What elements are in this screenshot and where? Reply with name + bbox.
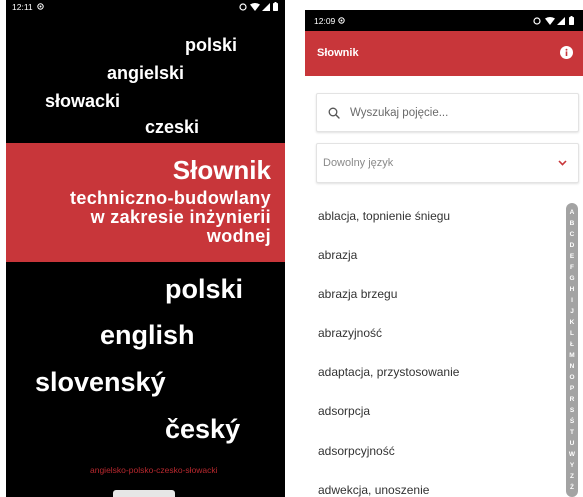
language-label-polish: polski: [185, 35, 238, 55]
language-name-czech: český: [165, 414, 241, 444]
title-banner: Słownik techniczno-budowlany w zakresie …: [6, 143, 285, 262]
alphabet-index-letter[interactable]: G: [566, 273, 578, 284]
alphabet-index-letter[interactable]: Z: [566, 471, 578, 482]
subtitle-line: w zakresie inżynierii: [90, 207, 271, 227]
alphabet-index-letter[interactable]: E: [566, 251, 578, 262]
term-list-item[interactable]: adsorpcja: [318, 404, 459, 418]
notification-icon: [37, 3, 44, 10]
term-list-item[interactable]: adwekcja, unoszenie: [318, 483, 459, 497]
language-name-polish: polski: [165, 274, 244, 304]
search-box[interactable]: [316, 93, 579, 132]
alphabet-index-letter[interactable]: R: [566, 394, 578, 405]
alphabet-index-letter[interactable]: N: [566, 361, 578, 372]
status-time: 12:09: [314, 16, 336, 26]
alphabet-index-letter[interactable]: M: [566, 350, 578, 361]
battery-icon: [569, 16, 574, 25]
alphabet-index-letter[interactable]: U: [566, 438, 578, 449]
term-list-item[interactable]: abrazja: [318, 248, 459, 262]
language-label-english: angielski: [107, 63, 185, 83]
term-list-item[interactable]: ablacja, topnienie śniegu: [318, 209, 459, 223]
signal-icon: [262, 3, 270, 11]
app-subtitle: techniczno-budowlany w zakresie inżynier…: [70, 189, 271, 246]
wifi-icon: [250, 3, 260, 11]
term-list-item[interactable]: abrazja brzegu: [318, 287, 459, 301]
info-icon[interactable]: [560, 46, 573, 59]
subtitle-line: wodnej: [206, 226, 271, 246]
alphabet-index-letter[interactable]: W: [566, 449, 578, 460]
alphabet-index-letter[interactable]: C: [566, 229, 578, 240]
data-saver-icon: [239, 3, 247, 11]
alphabet-index-letter[interactable]: D: [566, 240, 578, 251]
dictionary-languages-caption: angielsko-polsko-czesko-słowacki: [90, 465, 218, 475]
search-input[interactable]: [350, 94, 570, 131]
alphabet-index-letter[interactable]: K: [566, 317, 578, 328]
language-label-czech: czeski: [145, 117, 200, 137]
alphabet-index-letter[interactable]: P: [566, 383, 578, 394]
term-list-item[interactable]: adaptacja, przystosowanie: [318, 365, 459, 379]
language-name-english: english: [100, 320, 195, 350]
alphabet-index-letter[interactable]: B: [566, 218, 578, 229]
status-time: 12:11: [12, 2, 33, 12]
signal-icon: [557, 17, 565, 25]
alphabet-index-letter[interactable]: H: [566, 284, 578, 295]
term-list-item[interactable]: adsorpcyjność: [318, 444, 459, 458]
alphabet-index-letter[interactable]: J: [566, 306, 578, 317]
language-select-value: Dowolny język: [323, 157, 394, 169]
alphabet-index-letter[interactable]: F: [566, 262, 578, 273]
chevron-down-icon: [558, 160, 567, 166]
alphabet-index-letter[interactable]: O: [566, 372, 578, 383]
battery-icon: [273, 2, 278, 11]
dictionary-screen: 12:09 Słownik Wyszukaj pojęcie... Dowoln…: [305, 10, 583, 497]
subtitle-line: techniczno-budowlany: [69, 188, 271, 208]
status-bar: 12:09: [305, 10, 583, 31]
language-name-slovak: slovenský: [35, 367, 166, 397]
alphabet-index-letter[interactable]: Ś: [566, 416, 578, 427]
notification-icon: [338, 17, 345, 24]
alphabet-index-letter[interactable]: Ł: [566, 339, 578, 350]
language-label-slovak: słowacki: [45, 91, 121, 111]
alphabet-index-letter[interactable]: A: [566, 207, 578, 218]
alphabet-index-letter[interactable]: S: [566, 405, 578, 416]
alphabet-index-letter[interactable]: L: [566, 328, 578, 339]
data-saver-icon: [533, 17, 541, 25]
alphabet-index-letter[interactable]: I: [566, 295, 578, 306]
intro-screen: 12:11 polski angielski słowacki czeski S…: [6, 0, 285, 497]
alphabet-index-scrollbar[interactable]: ABCDEFGHIJKLŁMNOPRSŚTUWYZŻ: [566, 203, 578, 497]
alphabet-index-letter[interactable]: Ż: [566, 482, 578, 493]
app-bar: Słownik: [305, 31, 583, 76]
term-list-item[interactable]: abrazyjność: [318, 326, 459, 340]
language-select[interactable]: Dowolny język: [316, 143, 579, 183]
alphabet-index-letter[interactable]: T: [566, 427, 578, 438]
term-list: ablacja, topnienie śniegu abrazja abrazja …: [318, 209, 459, 497]
start-button[interactable]: [113, 490, 175, 497]
search-icon: [328, 107, 340, 119]
app-bar-title: Słownik: [317, 47, 359, 59]
alphabet-index-letter[interactable]: Y: [566, 460, 578, 471]
wifi-icon: [545, 17, 555, 25]
app-title: Słownik: [172, 155, 271, 185]
